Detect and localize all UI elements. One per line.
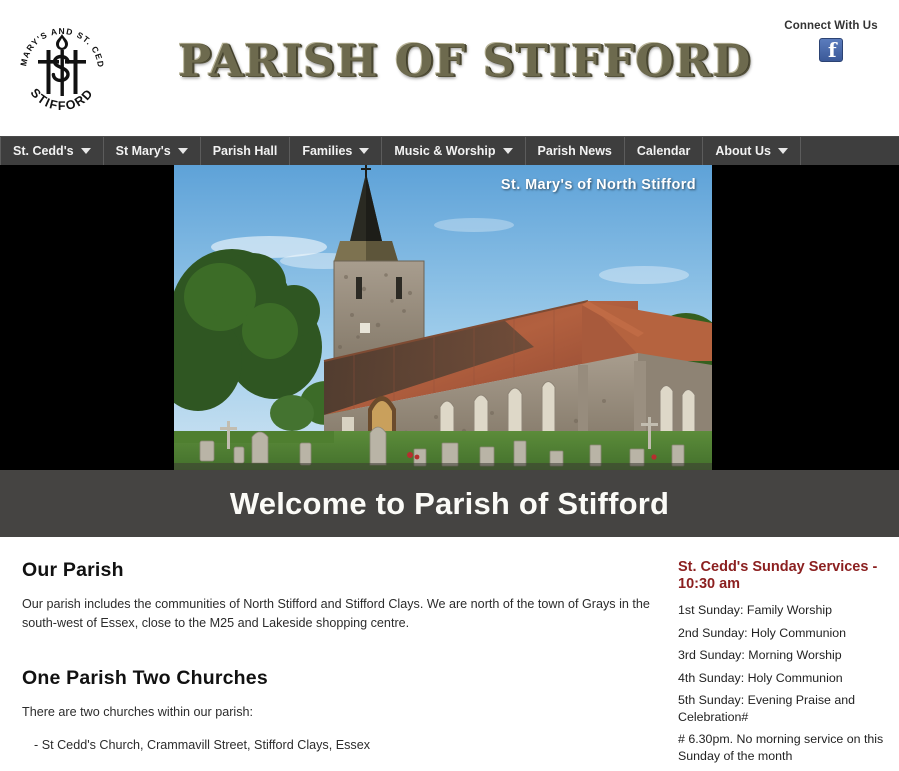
list-item: 1st Sunday: Family Worship: [678, 603, 833, 617]
nav-item-label: Music & Worship: [394, 144, 496, 158]
facebook-icon[interactable]: [819, 38, 843, 62]
chevron-down-icon: [777, 148, 788, 154]
two-churches-text: There are two churches within our parish…: [22, 705, 253, 719]
nav-item-music-worship[interactable]: Music & Worship: [382, 137, 526, 165]
nav-item-families[interactable]: Families: [290, 137, 383, 165]
nav-item-st-cedds[interactable]: St. Cedd's: [0, 137, 104, 165]
list-item: 3rd Sunday: Morning Worship: [678, 648, 842, 662]
list-item: 4th Sunday: Holy Communion: [678, 670, 843, 685]
church-photo: St. Mary's of North Stifford: [174, 165, 712, 470]
chevron-down-icon: [80, 148, 91, 154]
church-list-item-st-cedds[interactable]: - St Cedd's Church, Crammavill Street, S…: [22, 736, 654, 755]
nav-item-label: St Mary's: [115, 144, 171, 158]
list-item: 5th Sunday: Evening Praise and Celebrati…: [678, 693, 856, 724]
nav-item-label: Parish News: [537, 144, 612, 158]
main-column: Our Parish Our parish includes the commu…: [0, 559, 672, 771]
nav-item-label: Parish Hall: [212, 144, 278, 158]
connect-label: Connect With Us: [784, 20, 878, 32]
nav-item-label: About Us: [715, 144, 771, 158]
sidebar-services: St. Cedd's Sunday Services - 10:30 am 1s…: [672, 559, 899, 771]
main-navigation: St. Cedd's St Mary's Parish Hall Familie…: [0, 136, 899, 165]
page-root: ST. MARY'S AND ST. CEDD'S STIFFORD PAR: [0, 0, 899, 771]
chevron-down-icon: [177, 148, 188, 154]
list-item: 2nd Sunday: Holy Communion: [678, 625, 847, 640]
welcome-banner: Welcome to Parish of Stifford: [0, 470, 899, 537]
nav-item-calendar[interactable]: Calendar: [625, 137, 704, 165]
nav-item-parish-news[interactable]: Parish News: [526, 137, 625, 165]
site-header: ST. MARY'S AND ST. CEDD'S STIFFORD PAR: [0, 0, 899, 136]
page-content: Our Parish Our parish includes the commu…: [0, 537, 899, 771]
service-list: 1st Sunday: Family Worship 2nd Sunday: H…: [678, 602, 887, 725]
nav-item-about-us[interactable]: About Us: [703, 137, 801, 165]
hero-banner: St. Mary's of North Stifford: [0, 165, 899, 470]
chevron-down-icon: [502, 148, 513, 154]
parish-logo[interactable]: ST. MARY'S AND ST. CEDD'S STIFFORD: [6, 6, 114, 118]
nav-item-label: Families: [302, 144, 353, 158]
nav-item-label: Calendar: [636, 144, 691, 158]
chevron-down-icon: [359, 148, 370, 154]
nav-item-st-marys[interactable]: St Mary's: [104, 137, 201, 165]
two-churches-heading: One Parish Two Churches: [22, 667, 268, 689]
our-parish-text: Our parish includes the communities of N…: [22, 597, 650, 630]
nav-item-parish-hall[interactable]: Parish Hall: [201, 137, 291, 165]
nav-item-label: St. Cedd's: [13, 144, 74, 158]
photo-caption: St. Mary's of North Stifford: [500, 177, 696, 193]
sidebar-heading: St. Cedd's Sunday Services - 10:30 am: [678, 559, 878, 592]
service-footnote: # 6.30pm. No morning service on this Sun…: [678, 732, 884, 763]
our-parish-heading: Our Parish: [22, 559, 124, 581]
connect-with-us: Connect With Us: [771, 20, 891, 62]
welcome-title: Welcome to Parish of Stifford: [229, 485, 670, 521]
site-title: PARISH OF STIFFORD: [178, 36, 752, 87]
